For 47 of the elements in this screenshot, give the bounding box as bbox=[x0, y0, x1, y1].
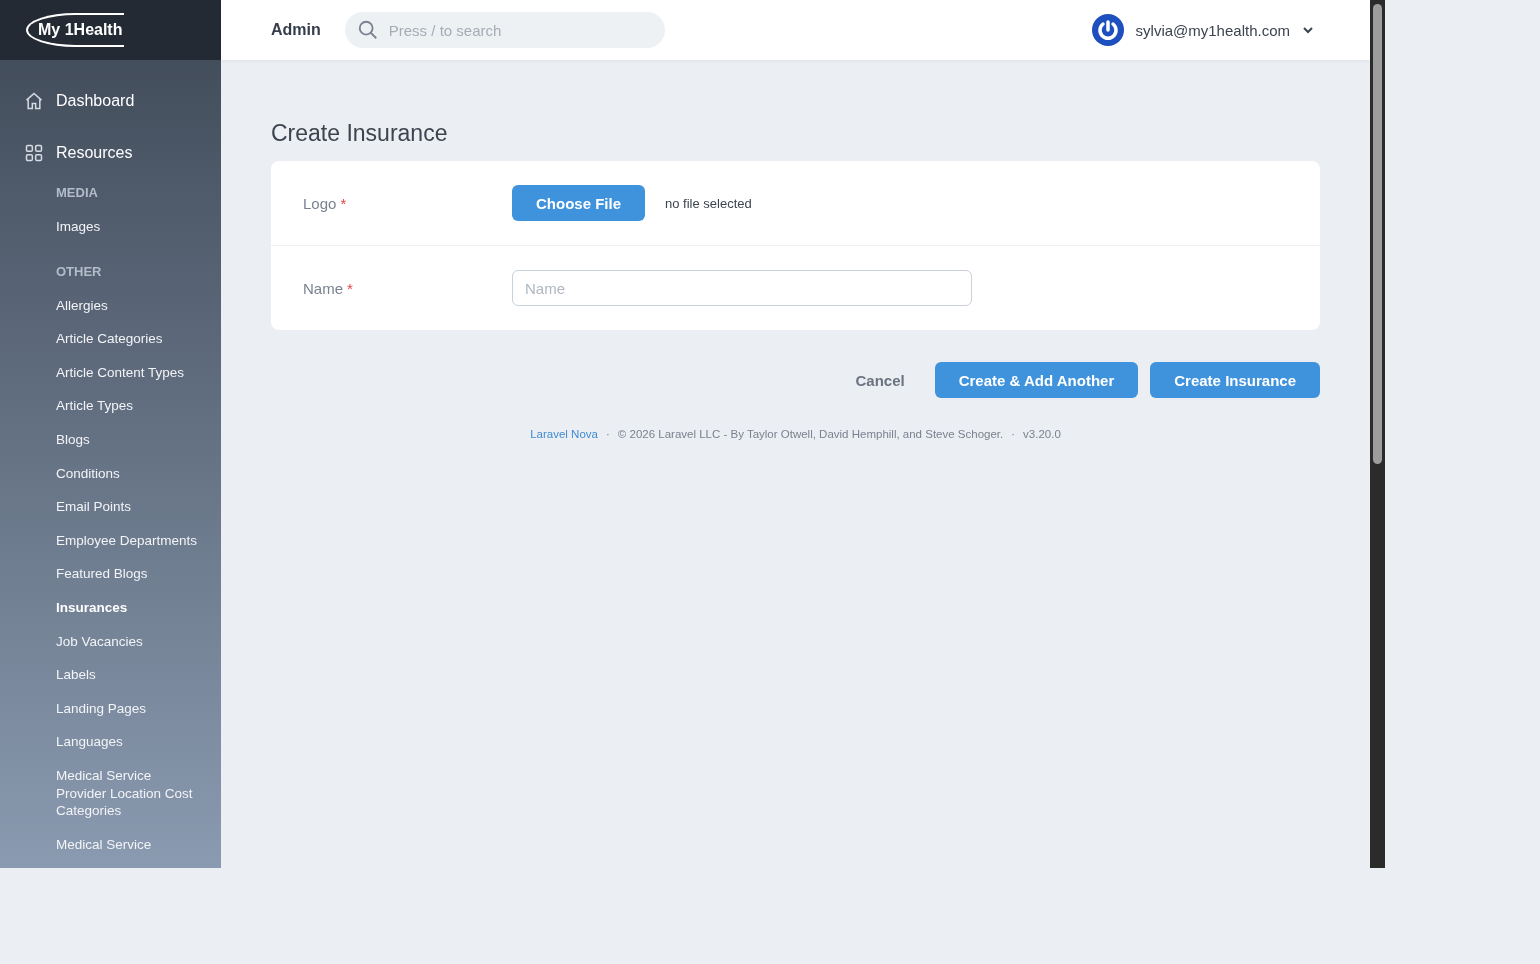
home-icon bbox=[24, 91, 44, 111]
section-heading: OTHER bbox=[55, 262, 103, 281]
search-icon bbox=[356, 19, 379, 41]
name-input-field[interactable]: Name bbox=[512, 270, 972, 306]
sidebar-item[interactable]: Medical Service bbox=[0, 827, 221, 862]
nav-item[interactable]: Resources bbox=[0, 127, 221, 179]
search-field[interactable]: Press / to search bbox=[344, 12, 665, 48]
sidebar-item[interactable]: Blogs bbox=[0, 422, 221, 457]
submit-button[interactable]: Create & Add Another bbox=[934, 362, 1139, 398]
sidebar-item[interactable]: Article Types bbox=[0, 389, 221, 423]
cancel-button[interactable]: Cancel bbox=[849, 370, 911, 390]
sidebar-item[interactable]: Landing Pages bbox=[0, 691, 221, 726]
chevron-down-icon bbox=[1302, 24, 1314, 36]
required-mark: * bbox=[340, 194, 347, 212]
required-mark: * bbox=[347, 279, 353, 297]
sidebar-item[interactable]: Insurances bbox=[0, 590, 221, 625]
user-menu[interactable]: sylvia@my1health.com bbox=[1085, 13, 1320, 47]
grid-icon bbox=[24, 143, 44, 163]
sidebar-item[interactable]: Email Points bbox=[0, 490, 221, 524]
version-text: v3.20.0 bbox=[1023, 428, 1061, 440]
sidebar-item[interactable]: Images bbox=[0, 210, 221, 244]
nav-item[interactable]: Dashboard bbox=[0, 75, 221, 127]
sidebar-item[interactable]: Allergies bbox=[0, 288, 221, 323]
page-title: Create Insurance bbox=[271, 120, 449, 147]
sidebar-item[interactable]: Medical Service Provider Location Cost Categories bbox=[0, 758, 221, 828]
scrollbar[interactable] bbox=[1370, 0, 1385, 868]
separator: · bbox=[605, 428, 610, 440]
sidebar-item[interactable]: Conditions bbox=[0, 456, 221, 491]
sidebar-item[interactable]: Job Vacancies bbox=[0, 624, 221, 659]
sidebar-item[interactable]: Employee Departments bbox=[0, 523, 221, 558]
separator: · bbox=[1011, 428, 1016, 440]
field-label: Name bbox=[303, 279, 343, 297]
sidebar-item[interactable]: Featured Blogs bbox=[0, 557, 221, 591]
sidebar-item[interactable]: Article Content Types bbox=[0, 355, 221, 390]
app-title: Admin bbox=[271, 21, 321, 39]
sidebar-item[interactable]: Languages bbox=[0, 725, 221, 759]
submit-button[interactable]: Create Insurance bbox=[1150, 362, 1320, 398]
brand-logo[interactable]: My 1Health bbox=[26, 13, 125, 47]
choose-file-button[interactable]: Choose File bbox=[512, 185, 645, 221]
sidebar-item[interactable]: Labels bbox=[0, 658, 221, 692]
sidebar-item[interactable]: Article Categories bbox=[0, 322, 221, 356]
footer-link[interactable]: Laravel Nova bbox=[530, 428, 598, 440]
avatar-icon bbox=[1091, 14, 1124, 46]
file-status: no file selected bbox=[665, 195, 752, 211]
section-heading: MEDIA bbox=[55, 184, 99, 202]
copyright-text: © 2026 Laravel LLC - By Taylor Otwell, David Hemphill, and Steve Schoger. bbox=[617, 428, 1004, 440]
field-label: Logo bbox=[303, 194, 337, 212]
